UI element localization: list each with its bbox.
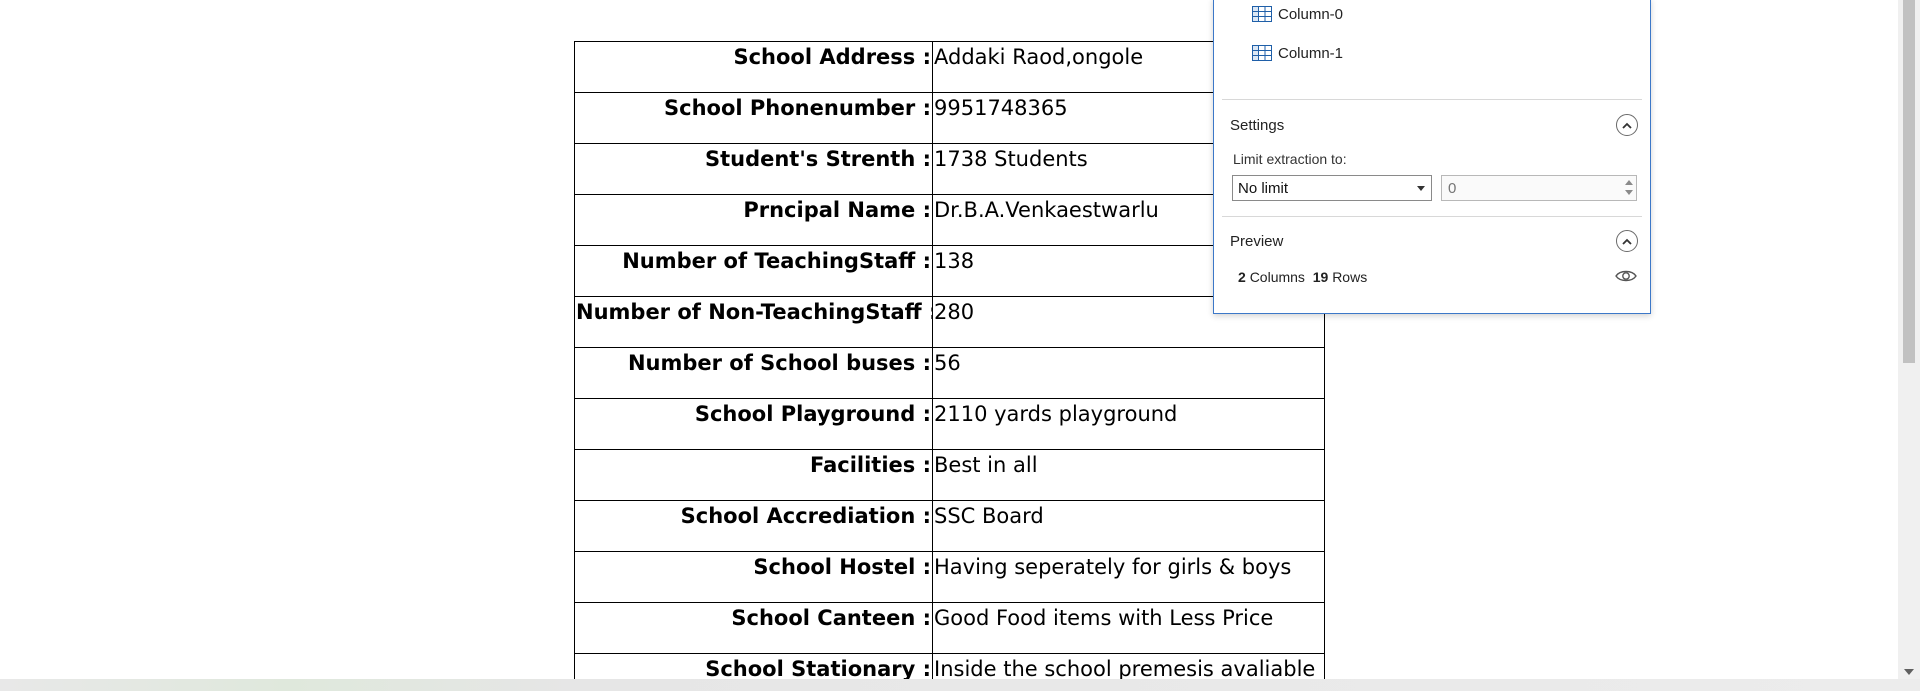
table-row: Number of School buses :56: [574, 347, 1325, 399]
chevron-up-icon: [1622, 238, 1632, 245]
table-row: School Phonenumber :9951748365: [574, 92, 1325, 144]
table-column-icon: [1252, 45, 1272, 61]
column-label: Column-1: [1278, 44, 1344, 62]
row-value: Inside the school premesis avaliable: [932, 653, 1325, 679]
row-label: Number of School buses :: [574, 347, 933, 399]
limit-count-input[interactable]: [1441, 175, 1637, 201]
limit-count-stepper[interactable]: [1622, 177, 1634, 199]
section-divider: [1222, 216, 1642, 217]
collapse-preview-button[interactable]: [1616, 230, 1638, 252]
row-label: Facilities :: [574, 449, 933, 501]
table-row: School Playground :2110 yards playground: [574, 398, 1325, 450]
section-divider: [1222, 99, 1642, 100]
row-value: Good Food items with Less Price: [932, 602, 1325, 654]
table-column-icon: [1252, 6, 1272, 22]
preview-section-title: Preview: [1230, 233, 1284, 250]
table-row: Facilities : Best in all: [574, 449, 1325, 501]
scroll-down-arrow-icon[interactable]: [1904, 669, 1914, 675]
preview-columns-count: 2: [1238, 269, 1246, 285]
table-row: School Accrediation : SSC Board: [574, 500, 1325, 552]
preview-rows-count: 19: [1312, 269, 1329, 285]
row-label: School Canteen :: [574, 602, 933, 654]
row-value: SSC Board: [932, 500, 1325, 552]
row-label: Number of TeachingStaff :: [574, 245, 933, 297]
table-row: School Stationary : Inside the school pre…: [574, 653, 1325, 679]
table-row: Number of TeachingStaff :138: [574, 245, 1325, 297]
row-value: Having seperately for girls & boys: [932, 551, 1325, 603]
column-label: Column-0: [1278, 5, 1344, 23]
decrement-arrow-icon[interactable]: [1625, 190, 1633, 195]
preview-columns-word: Columns: [1249, 269, 1305, 285]
row-label: School Playground :: [574, 398, 933, 450]
preview-summary: 2 Columns 19 Rows: [1238, 269, 1367, 285]
row-label: Student's Strenth :: [574, 143, 933, 195]
table-row: School Canteen : Good Food items with Les…: [574, 602, 1325, 654]
increment-arrow-icon[interactable]: [1625, 180, 1633, 185]
row-label: School Stationary :: [574, 653, 933, 679]
row-value: 56: [932, 347, 1325, 399]
row-label: Number of Non-TeachingStaff :: [574, 296, 933, 348]
chevron-up-icon: [1622, 122, 1632, 129]
column-list-item[interactable]: Column-1: [1252, 42, 1343, 64]
table-row: Prncipal Name : Dr.B.A.Venkaestwarlu: [574, 194, 1325, 246]
table-row: School Address : Addaki Raod,ongole: [574, 41, 1325, 93]
table-row: Number of Non-TeachingStaff :280: [574, 296, 1325, 348]
chevron-down-icon: [1417, 186, 1425, 191]
row-value: Best in all: [932, 449, 1325, 501]
limit-dropdown-value: No limit: [1238, 179, 1289, 197]
row-label: School Hostel :: [574, 551, 933, 603]
preview-eye-button[interactable]: [1614, 267, 1638, 285]
column-list-item[interactable]: Column-0: [1252, 3, 1343, 25]
collapse-settings-button[interactable]: [1616, 114, 1638, 136]
row-label: Prncipal Name :: [574, 194, 933, 246]
preview-rows-word: Rows: [1332, 269, 1368, 285]
vertical-scrollbar[interactable]: [1898, 0, 1920, 679]
extraction-panel: Column-0 Column-1 Settings Limit extract…: [1213, 0, 1651, 314]
limit-dropdown[interactable]: No limit: [1232, 175, 1432, 201]
table-row: School Hostel : Having seperately for gir…: [574, 551, 1325, 603]
row-label: School Address :: [574, 41, 933, 93]
row-value: 2110 yards playground: [932, 398, 1325, 450]
web-page-viewport: School Address : Addaki Raod,ongole School…: [0, 0, 1898, 679]
settings-section-title: Settings: [1230, 117, 1285, 134]
limit-extraction-label: Limit extraction to:: [1233, 151, 1347, 167]
bottom-bar: [0, 679, 1920, 691]
row-label: School Phonenumber :: [574, 92, 933, 144]
scrollbar-thumb[interactable]: [1903, 0, 1915, 363]
row-label: School Accrediation :: [574, 500, 933, 552]
eye-icon: [1615, 270, 1637, 282]
table-row: Student's Strenth :1738 Students: [574, 143, 1325, 195]
